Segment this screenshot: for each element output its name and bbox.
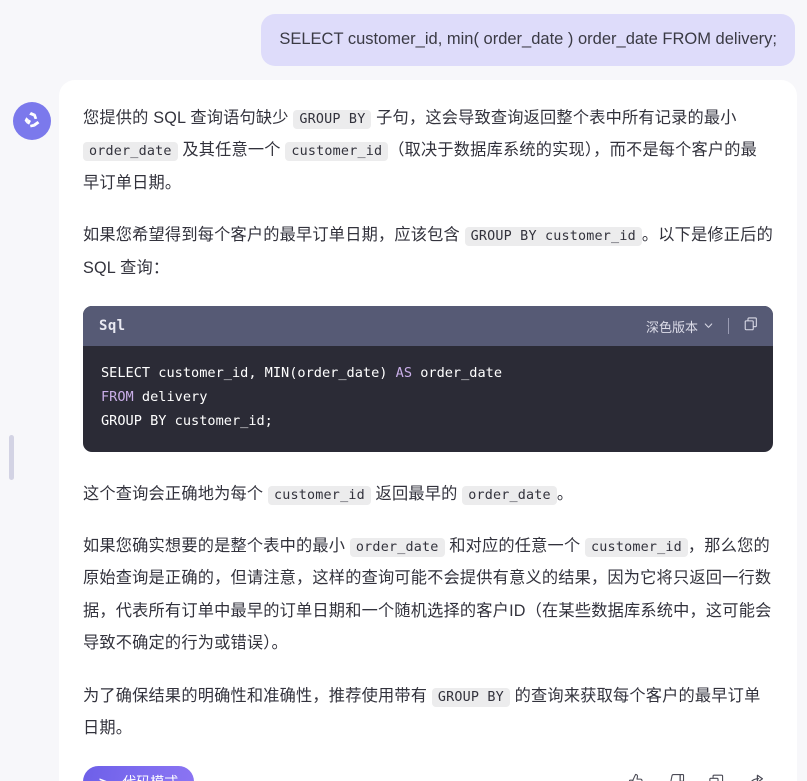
code-text: delivery bbox=[133, 389, 208, 406]
inline-code-customer-id-3: customer_id bbox=[585, 538, 688, 557]
code-text: GROUP BY customer_id; bbox=[101, 413, 273, 430]
code-block-header: Sql 深色版本 bbox=[83, 306, 773, 347]
share-icon bbox=[746, 772, 766, 781]
paragraph-5-text-part-1: 为了确保结果的明确性和准确性，推荐使用带有 bbox=[83, 686, 432, 705]
code-block: Sql 深色版本 SELECT customer_id, MIN(order_d… bbox=[83, 306, 773, 452]
inline-code-group-by-customer-id: GROUP BY customer_id bbox=[464, 227, 642, 247]
chat-screen: SELECT customer_id, min( order_date ) or… bbox=[0, 0, 807, 781]
inline-code-group-by: GROUP BY bbox=[293, 110, 372, 129]
thumbs-down-icon bbox=[667, 772, 686, 781]
code-text: order_date bbox=[412, 365, 503, 382]
code-block-body: SELECT customer_id, MIN(order_date) AS o… bbox=[83, 346, 773, 452]
paragraph-3-text-part-2: 返回最早的 bbox=[370, 484, 463, 503]
assistant-paragraph-4: 如果您确实想要的是整个表中的最小 order_date 和对应的任意一个 cus… bbox=[83, 530, 773, 660]
assistant-message-card: 您提供的 SQL 查询语句缺少 GROUP BY 子句，这会导致查询返回整个表中… bbox=[59, 80, 797, 781]
code-language-label: Sql bbox=[99, 318, 126, 335]
message-footer: >_ 代码模式 bbox=[83, 766, 773, 781]
code-line: SELECT customer_id, MIN(order_date) AS o… bbox=[101, 361, 755, 385]
chevron-down-icon bbox=[703, 319, 714, 334]
paragraph-3-text-part-1: 这个查询会正确地为每个 bbox=[83, 484, 268, 503]
assistant-message-row: 您提供的 SQL 查询语句缺少 GROUP BY 子句，这会导致查询返回整个表中… bbox=[0, 80, 807, 781]
code-copy-button[interactable] bbox=[743, 316, 759, 337]
paragraph-1-text-part-3: 及其任意一个 bbox=[177, 141, 286, 160]
paragraph-1-text-part-2: 子句，这会导致查询返回整个表中所有记录的最小 bbox=[371, 109, 737, 127]
assistant-paragraph-2: 如果您希望得到每个客户的最早订单日期，应该包含 GROUP BY custome… bbox=[83, 219, 773, 284]
code-theme-selector[interactable]: 深色版本 bbox=[646, 317, 714, 336]
code-theme-label: 深色版本 bbox=[645, 319, 698, 335]
inline-code-customer-id-2: customer_id bbox=[267, 485, 371, 505]
inline-code-order-date: order_date bbox=[83, 142, 178, 162]
thumbs-up-icon bbox=[627, 772, 646, 781]
assistant-avatar bbox=[13, 102, 51, 140]
copy-icon bbox=[707, 772, 726, 781]
user-message-bubble: SELECT customer_id, min( order_date ) or… bbox=[261, 14, 795, 66]
paragraph-1-text-part-1: 您提供的 SQL 查询语句缺少 bbox=[83, 109, 294, 127]
brand-logo-icon bbox=[20, 109, 44, 133]
inline-code-group-by-2: GROUP BY bbox=[431, 687, 510, 707]
code-mode-button[interactable]: >_ 代码模式 bbox=[83, 766, 195, 781]
header-divider bbox=[728, 318, 729, 335]
terminal-prompt-icon: >_ bbox=[99, 774, 115, 781]
code-keyword: AS bbox=[395, 365, 413, 382]
thumbs-down-button[interactable] bbox=[659, 767, 693, 781]
copy-message-button[interactable] bbox=[699, 767, 733, 781]
code-keyword: FROM bbox=[101, 389, 134, 406]
assistant-paragraph-1: 您提供的 SQL 查询语句缺少 GROUP BY 子句，这会导致查询返回整个表中… bbox=[83, 102, 773, 199]
share-message-button[interactable] bbox=[739, 767, 773, 781]
inline-code-order-date-2: order_date bbox=[462, 485, 557, 505]
inline-code-customer-id: customer_id bbox=[285, 142, 389, 162]
paragraph-4-text-part-1: 如果您确实想要的是整个表中的最小 bbox=[83, 537, 350, 555]
code-mode-label: 代码模式 bbox=[122, 772, 178, 781]
inline-code-order-date-3: order_date bbox=[349, 538, 445, 557]
assistant-paragraph-3: 这个查询会正确地为每个 customer_id 返回最早的 order_date… bbox=[83, 478, 773, 510]
copy-icon bbox=[743, 316, 759, 337]
user-message-row: SELECT customer_id, min( order_date ) or… bbox=[0, 14, 807, 66]
paragraph-4-text-part-2: 和对应的任意一个 bbox=[444, 537, 586, 555]
thumbs-up-button[interactable] bbox=[619, 767, 653, 781]
paragraph-3-text-part-3: 。 bbox=[556, 484, 574, 503]
assistant-paragraph-5: 为了确保结果的明确性和准确性，推荐使用带有 GROUP BY 的查询来获取每个客… bbox=[83, 680, 773, 745]
paragraph-2-text-part-1: 如果您希望得到每个客户的最早订单日期，应该包含 bbox=[83, 226, 465, 245]
code-line: GROUP BY customer_id; bbox=[101, 409, 755, 433]
code-text: SELECT customer_id, MIN(order_date) bbox=[101, 365, 396, 382]
code-line: FROM delivery bbox=[101, 385, 755, 409]
